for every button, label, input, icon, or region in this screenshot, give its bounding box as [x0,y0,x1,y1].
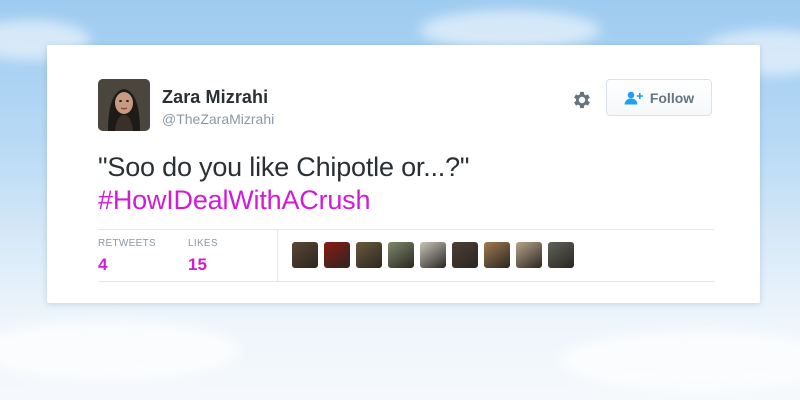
liker-avatar[interactable] [516,242,542,268]
stats-top-divider [98,229,714,230]
likes-count: 15 [188,255,207,274]
liker-avatar[interactable] [324,242,350,268]
retweets-stat[interactable]: RETWEETS 4 [98,238,156,275]
author-name[interactable]: Zara Mizrahi [162,87,268,108]
tweet-body: "Soo do you like Chipotle or...?" [98,152,470,182]
avatar-portrait [98,79,150,131]
liker-avatar[interactable] [420,242,446,268]
liker-avatar[interactable] [388,242,414,268]
cloud-decoration [0,320,240,380]
stats-bottom-divider [98,281,714,282]
add-user-icon [624,91,643,104]
tweet-text: "Soo do you like Chipotle or...?" #HowID… [98,151,698,217]
follow-button[interactable]: Follow [606,79,712,116]
author-avatar[interactable] [98,79,150,131]
hashtag-link[interactable]: #HowIDealWithACrush [98,184,698,217]
likes-stat[interactable]: LIKES 15 [188,238,218,275]
liker-avatar[interactable] [292,242,318,268]
liker-avatar[interactable] [356,242,382,268]
tweet-card: Zara Mizrahi @TheZaraMizrahi Follow "Soo… [47,45,760,303]
likes-label: LIKES [188,238,218,249]
cloud-decoration [420,10,600,50]
follow-button-label: Follow [649,89,695,106]
liker-avatars [292,242,574,268]
gear-icon[interactable] [571,89,593,111]
author-handle[interactable]: @TheZaraMizrahi [162,111,274,127]
liker-avatar[interactable] [484,242,510,268]
retweets-count: 4 [98,255,108,274]
liker-avatar[interactable] [452,242,478,268]
liker-avatar[interactable] [548,242,574,268]
cloud-decoration [560,330,800,390]
retweets-label: RETWEETS [98,238,156,249]
stats-separator [277,229,278,281]
